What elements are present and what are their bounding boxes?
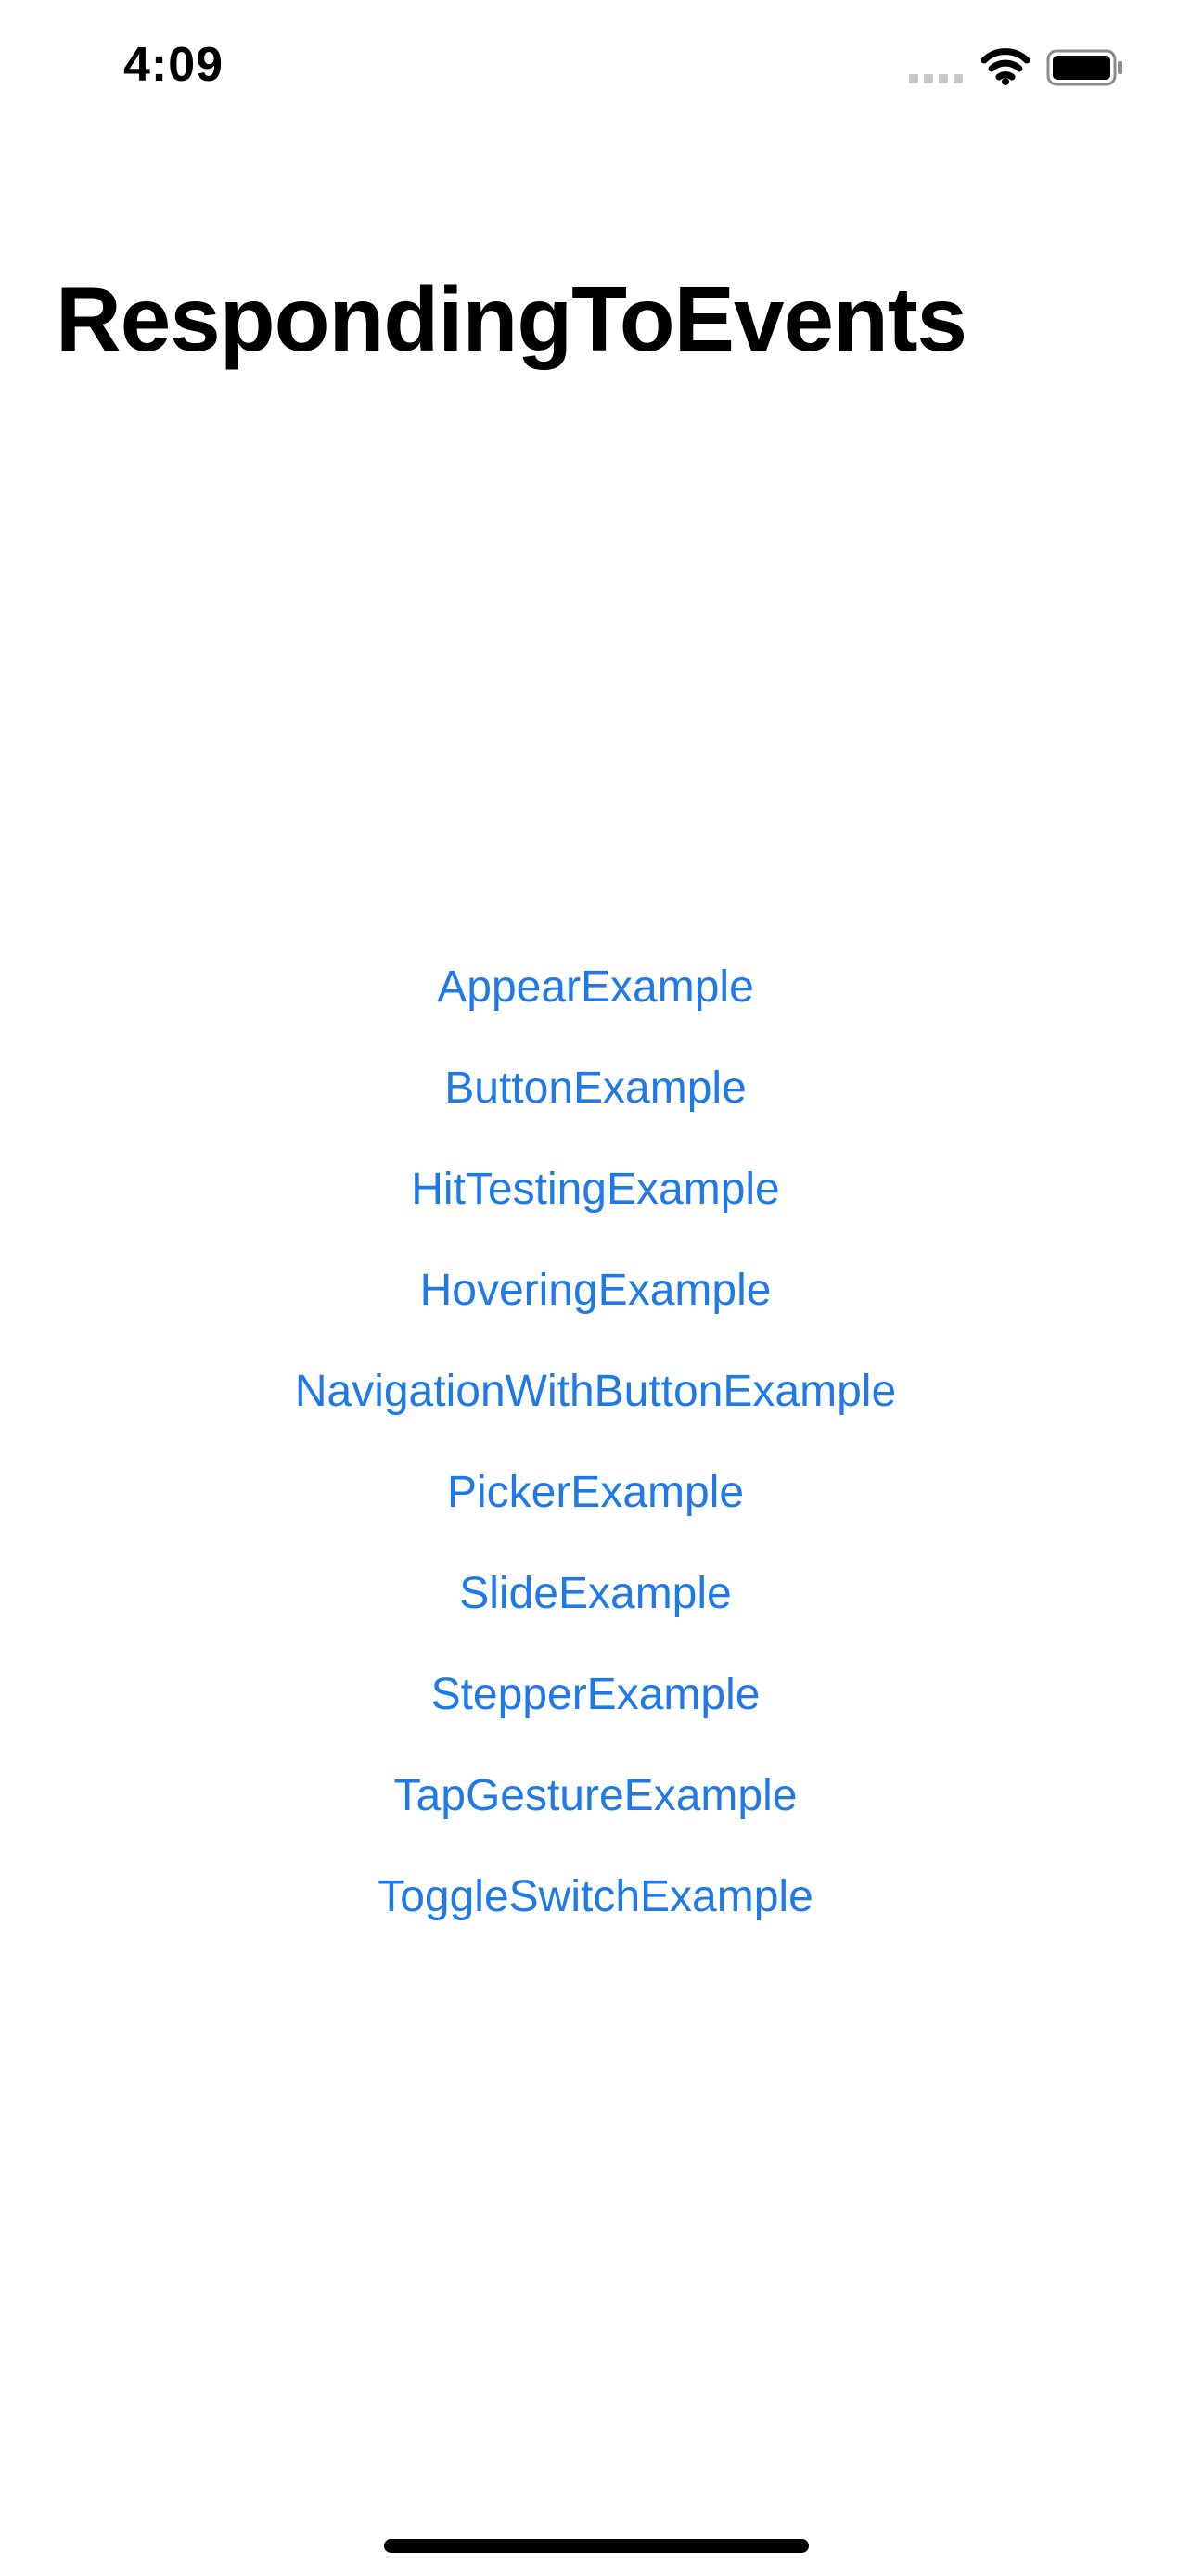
wifi-icon [981,48,1030,85]
list-item: AppearExample [0,937,1191,1038]
stepper-example-link[interactable]: StepperExample [431,1644,761,1745]
status-time: 4:09 [123,38,224,92]
list-item: StepperExample [0,1644,1191,1745]
navigation-with-button-example-link[interactable]: NavigationWithButtonExample [295,1341,896,1442]
list-item: HoveringExample [0,1240,1191,1341]
tap-gesture-example-link[interactable]: TapGestureExample [394,1745,798,1846]
list-item: ButtonExample [0,1038,1191,1139]
button-example-link[interactable]: ButtonExample [444,1038,747,1139]
list-item: ToggleSwitchExample [0,1846,1191,1947]
hit-testing-example-link[interactable]: HitTestingExample [411,1139,780,1240]
page-title: RespondingToEvents [56,268,967,370]
battery-icon [1046,49,1122,86]
status-bar: 4:09 [0,0,1191,139]
toggle-switch-example-link[interactable]: ToggleSwitchExample [378,1846,813,1947]
list-item: PickerExample [0,1442,1191,1543]
list-item: NavigationWithButtonExample [0,1341,1191,1442]
list-item: TapGestureExample [0,1745,1191,1846]
picker-example-link[interactable]: PickerExample [447,1442,744,1543]
list-item: HitTestingExample [0,1139,1191,1240]
hovering-example-link[interactable]: HoveringExample [420,1240,772,1341]
list-item: SlideExample [0,1543,1191,1644]
appear-example-link[interactable]: AppearExample [437,937,754,1038]
examples-list: AppearExample ButtonExample HitTestingEx… [0,937,1191,1947]
slide-example-link[interactable]: SlideExample [459,1543,731,1644]
signal-icon [909,74,963,83]
home-indicator[interactable] [384,2539,809,2553]
